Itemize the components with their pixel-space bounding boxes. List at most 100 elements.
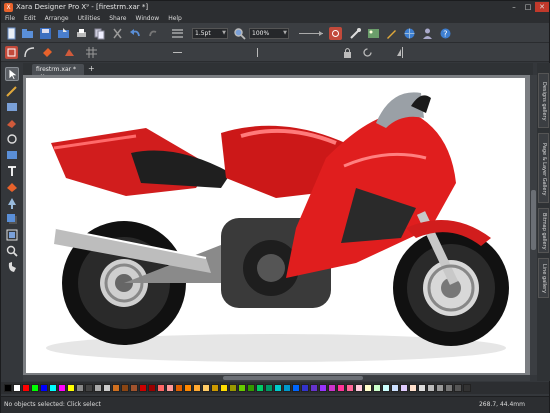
line-width-icon[interactable] [171,27,184,40]
color-swatch[interactable] [67,384,75,392]
color-swatch[interactable] [211,384,219,392]
eraser-tool-icon[interactable] [5,116,19,130]
menu-edit[interactable]: Edit [24,15,36,22]
color-swatch[interactable] [148,384,156,392]
color-swatch[interactable] [373,384,381,392]
color-swatch[interactable] [355,384,363,392]
color-swatch[interactable] [58,384,66,392]
color-swatch[interactable] [445,384,453,392]
flip-icon[interactable] [396,46,409,59]
color-swatch[interactable] [391,384,399,392]
position-y-icon[interactable] [251,46,264,59]
fill-tool-icon[interactable] [5,180,19,194]
line-width-select[interactable]: 1.5pt ▼ [192,28,228,39]
color-swatch[interactable] [112,384,120,392]
color-swatch[interactable] [319,384,327,392]
new-document-icon[interactable] [5,27,18,40]
line-gallery-tab[interactable]: Line gallery [538,258,549,298]
arrow-nav-icon[interactable] [297,27,325,40]
color-swatch[interactable] [157,384,165,392]
color-swatch[interactable] [229,384,237,392]
color-swatch[interactable] [121,384,129,392]
live-effects-icon[interactable] [329,27,342,40]
menu-file[interactable]: File [5,15,15,22]
color-swatch[interactable] [301,384,309,392]
zoom-icon[interactable] [233,27,246,40]
cut-icon[interactable] [111,27,124,40]
help-icon[interactable]: ? [439,27,452,40]
position-x-icon[interactable] [171,46,184,59]
motorcycle-illustration[interactable] [26,78,525,373]
image-edit-icon[interactable] [367,27,380,40]
color-swatch[interactable] [310,384,318,392]
color-swatch[interactable] [265,384,273,392]
grid-icon[interactable] [85,46,98,59]
undo-icon[interactable] [129,27,142,40]
color-swatch[interactable] [454,384,462,392]
color-swatch[interactable] [22,384,30,392]
color-swatch[interactable] [193,384,201,392]
color-swatch[interactable] [184,384,192,392]
rectangle-tool-icon[interactable] [5,148,19,162]
color-swatch[interactable] [31,384,39,392]
redo-icon[interactable] [147,27,160,40]
print-icon[interactable] [75,27,88,40]
color-swatch[interactable] [283,384,291,392]
color-picker-icon[interactable] [349,27,362,40]
shape-edit-icon[interactable] [63,46,76,59]
vertical-scroll-thumb[interactable] [531,190,536,250]
document-canvas[interactable] [23,75,530,375]
color-swatch[interactable] [76,384,84,392]
color-swatch[interactable] [382,384,390,392]
shape-editor-tool-icon[interactable] [5,100,19,114]
horizontal-scroll-thumb[interactable] [223,376,363,380]
page-layer-gallery-tab[interactable]: Page & Layer Gallery [538,133,549,203]
transparency-tool-icon[interactable] [5,196,19,210]
color-swatch[interactable] [427,384,435,392]
contour-tool-icon[interactable] [5,228,19,242]
lock-aspect-icon[interactable] [341,46,354,59]
color-swatch[interactable] [436,384,444,392]
save-icon[interactable] [39,27,52,40]
color-swatch[interactable] [346,384,354,392]
menu-utilities[interactable]: Utilities [78,15,101,22]
zoom-tool-icon[interactable] [5,244,19,258]
color-swatch[interactable] [292,384,300,392]
menu-window[interactable]: Window [136,15,160,22]
color-swatch[interactable] [49,384,57,392]
color-swatch[interactable] [166,384,174,392]
selector-tool-icon[interactable] [5,67,19,81]
color-swatch[interactable] [40,384,48,392]
curve-icon[interactable] [23,46,36,59]
color-swatch[interactable] [256,384,264,392]
color-swatch[interactable] [94,384,102,392]
fill-bucket-icon[interactable] [41,46,54,59]
minimize-button[interactable]: – [507,2,521,12]
add-tab-button[interactable]: + [88,64,95,73]
color-swatch[interactable] [85,384,93,392]
pen-tool-icon[interactable] [5,132,19,146]
user-icon[interactable] [421,27,434,40]
push-tool-icon[interactable] [5,260,19,274]
color-swatch[interactable] [364,384,372,392]
color-swatch[interactable] [418,384,426,392]
color-swatch[interactable] [139,384,147,392]
selector-info-icon[interactable] [5,46,18,59]
color-swatch[interactable] [175,384,183,392]
menu-arrange[interactable]: Arrange [45,15,69,22]
color-swatch[interactable] [202,384,210,392]
export-icon[interactable] [57,27,70,40]
close-window-button[interactable]: ✕ [535,2,549,12]
maximize-button[interactable]: □ [521,2,535,12]
web-globe-icon[interactable] [403,27,416,40]
open-folder-icon[interactable] [21,27,34,40]
bitmap-gallery-tab[interactable]: Bitmap gallery [538,208,549,253]
color-swatch[interactable] [247,384,255,392]
vertical-scrollbar[interactable] [530,75,537,375]
color-swatch[interactable] [409,384,417,392]
pencil-icon[interactable] [385,27,398,40]
color-swatch[interactable] [463,384,471,392]
color-swatch[interactable] [328,384,336,392]
drawing-page[interactable] [26,78,525,373]
color-swatch[interactable] [103,384,111,392]
